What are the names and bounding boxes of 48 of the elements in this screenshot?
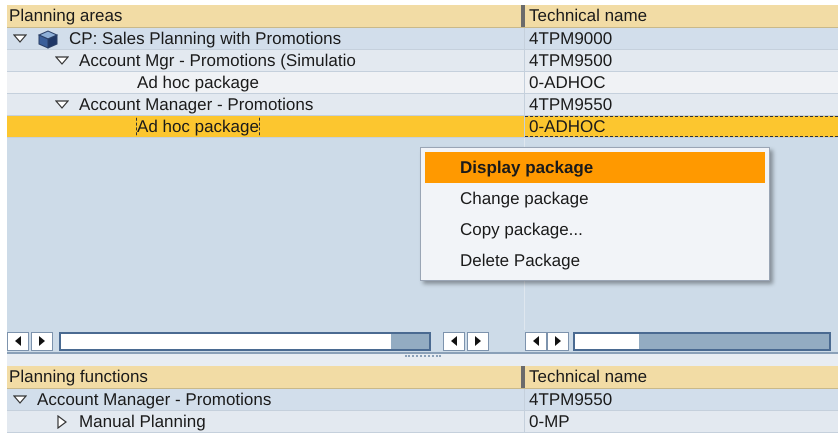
tree-label[interactable]: Account Manager - Promotions: [79, 94, 314, 115]
right-arrow-icon: [474, 336, 482, 346]
collapse-icon[interactable]: [13, 392, 27, 406]
column-header[interactable]: Technical name: [525, 366, 838, 388]
tree-label[interactable]: CP: Sales Planning with Promotions: [69, 28, 342, 49]
scrollbar-thumb[interactable]: [639, 334, 829, 348]
tree-label[interactable]: Ad hoc package: [137, 72, 259, 93]
collapse-icon[interactable]: [55, 54, 69, 68]
left-arrow-icon: [450, 336, 458, 346]
tree-label[interactable]: Manual Planning: [79, 411, 206, 432]
expand-icon[interactable]: [55, 414, 69, 428]
tree-row[interactable]: Account Mgr - Promotions (Simulatio 4TPM9500: [7, 50, 838, 72]
column-header[interactable]: Technical name: [525, 5, 838, 27]
menu-item[interactable]: Copy package...: [425, 214, 765, 245]
technical-name: 4TPM9550: [529, 388, 612, 411]
tree-row[interactable]: Ad hoc package 0-ADHOC: [7, 116, 838, 138]
technical-name: 0-MP: [529, 410, 570, 433]
technical-name: 4TPM9500: [529, 50, 612, 72]
collapse-icon[interactable]: [55, 98, 69, 112]
scroll-left-button[interactable]: [525, 332, 547, 350]
menu-item[interactable]: Display package: [425, 152, 765, 183]
scrollbar-thumb[interactable]: [391, 334, 429, 348]
menu-item[interactable]: Delete Package: [425, 245, 765, 276]
tree-row[interactable]: Ad hoc package 0-ADHOC: [7, 72, 838, 94]
tree-label[interactable]: Ad hoc package: [137, 116, 259, 137]
tree-row[interactable]: Manual Planning 0-MP: [7, 411, 838, 433]
menu-item[interactable]: Change package: [425, 183, 765, 214]
scroll-right-button[interactable]: [547, 332, 569, 350]
left-arrow-icon: [532, 336, 540, 346]
left-arrow-icon: [14, 336, 22, 346]
tree-row[interactable]: CP: Sales Planning with Promotions 4TPM9000: [7, 28, 838, 50]
scroll-right-button[interactable]: [467, 332, 489, 350]
technical-name: 0-ADHOC: [529, 116, 606, 138]
tree-row[interactable]: Account Manager - Promotions 4TPM9550: [7, 94, 838, 116]
collapse-icon[interactable]: [13, 32, 27, 46]
technical-name: 0-ADHOC: [529, 72, 606, 94]
right-arrow-icon: [38, 336, 46, 346]
scroll-left-button[interactable]: [7, 332, 29, 350]
technical-name: 4TPM9000: [529, 28, 612, 50]
technical-name: 4TPM9550: [529, 94, 612, 116]
tree-label[interactable]: Account Mgr - Promotions (Simulatio: [79, 50, 356, 71]
tree-label[interactable]: Account Manager - Promotions: [37, 389, 272, 410]
tree-row[interactable]: Account Manager - Promotions 4TPM9550: [7, 389, 838, 411]
right-arrow-icon: [554, 336, 562, 346]
scroll-right-button[interactable]: [31, 332, 53, 350]
cube-icon: [37, 28, 59, 48]
splitter-handle[interactable]: [404, 355, 440, 357]
scroll-left-button[interactable]: [443, 332, 465, 350]
